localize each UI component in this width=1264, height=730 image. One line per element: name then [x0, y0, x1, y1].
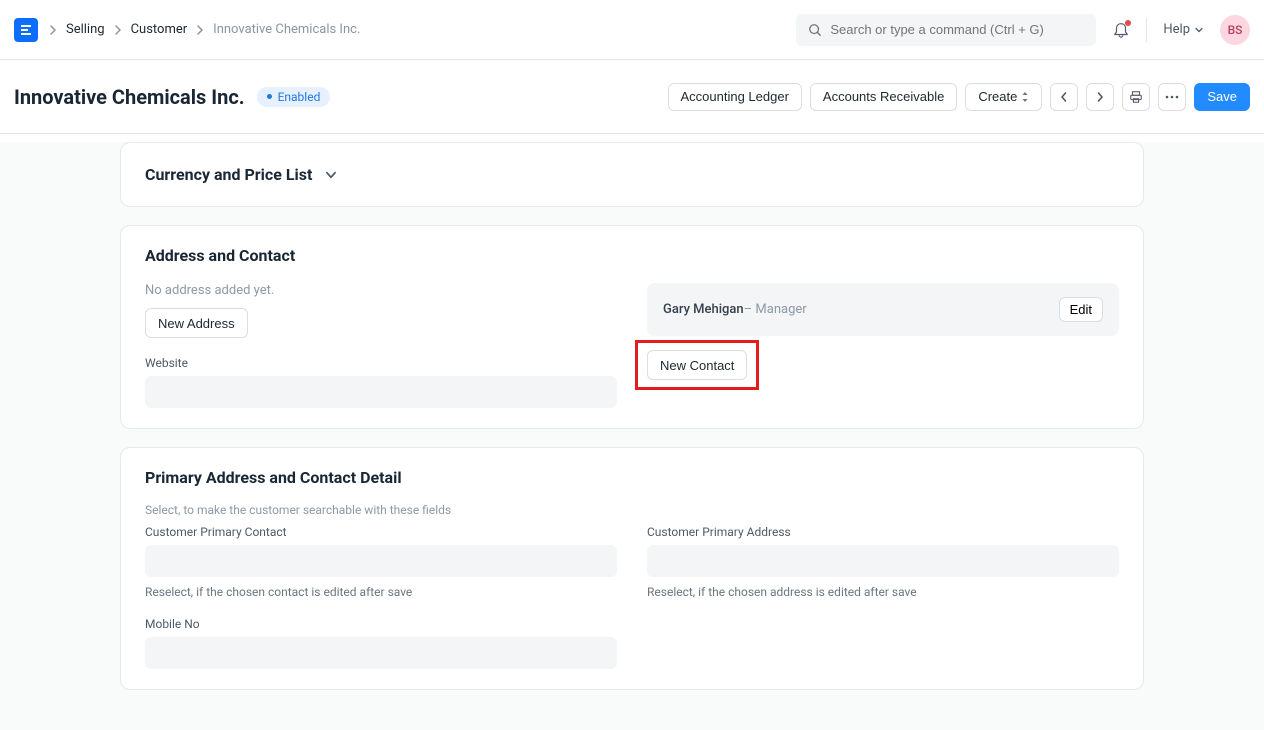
contact-column: Gary Mehigan– Manager Edit New Contact — [647, 283, 1119, 408]
primary-contact-column: Customer Primary Contact Reselect, if th… — [145, 525, 617, 669]
printer-icon — [1129, 90, 1143, 104]
navbar: Selling Customer Innovative Chemicals In… — [0, 0, 1264, 60]
primary-address-column: Customer Primary Address Reselect, if th… — [647, 525, 1119, 669]
website-input[interactable] — [145, 376, 617, 408]
accounts-receivable-button[interactable]: Accounts Receivable — [810, 83, 957, 111]
primary-section: Primary Address and Contact Detail Selec… — [120, 447, 1144, 690]
nav-left: Selling Customer Innovative Chemicals In… — [14, 18, 360, 42]
sort-icon — [1021, 92, 1029, 102]
contact-info: Gary Mehigan– Manager — [663, 302, 807, 317]
edit-contact-button[interactable]: Edit — [1059, 297, 1103, 322]
contact-card: Gary Mehigan– Manager Edit — [647, 283, 1119, 336]
help-label: Help — [1163, 22, 1190, 37]
breadcrumb-current: Innovative Chemicals Inc. — [213, 22, 360, 37]
more-icon — [1165, 95, 1179, 99]
notification-dot-icon — [1125, 20, 1131, 26]
breadcrumb-customer[interactable]: Customer — [131, 22, 188, 37]
chevron-right-icon — [113, 25, 123, 35]
address-contact-columns: No address added yet. New Address Websit… — [145, 283, 1119, 408]
breadcrumb: Selling Customer Innovative Chemicals In… — [48, 22, 360, 37]
print-button[interactable] — [1122, 83, 1150, 111]
contact-name: Gary Mehigan — [663, 302, 744, 317]
accounting-ledger-button[interactable]: Accounting Ledger — [668, 83, 802, 111]
mobile-field-group: Mobile No — [145, 617, 617, 669]
user-avatar[interactable]: BS — [1220, 15, 1250, 45]
create-button[interactable]: Create — [965, 83, 1042, 111]
primary-contact-label: Customer Primary Contact — [145, 525, 617, 539]
new-contact-button[interactable]: New Contact — [647, 350, 747, 380]
mobile-input[interactable] — [145, 637, 617, 669]
primary-section-title: Primary Address and Contact Detail — [145, 468, 1119, 487]
chevron-right-icon — [48, 25, 58, 35]
chevron-down-icon — [1194, 25, 1204, 35]
address-contact-title: Address and Contact — [145, 246, 1119, 265]
address-contact-section: Address and Contact No address added yet… — [120, 225, 1144, 429]
primary-address-helper: Reselect, if the chosen address is edite… — [647, 585, 1119, 599]
page-title: Innovative Chemicals Inc. — [14, 85, 245, 109]
notifications-button[interactable] — [1112, 21, 1130, 39]
prev-button[interactable] — [1050, 83, 1078, 111]
nav-right: Help BS — [796, 14, 1250, 46]
page-header: Innovative Chemicals Inc. Enabled Accoun… — [0, 60, 1264, 134]
status-label: Enabled — [278, 90, 321, 104]
chevron-left-icon — [1059, 91, 1069, 103]
content-area: Currency and Price List Address and Cont… — [0, 142, 1264, 730]
page-header-right: Accounting Ledger Accounts Receivable Cr… — [668, 83, 1251, 111]
separator — [1146, 18, 1147, 42]
help-menu[interactable]: Help — [1163, 22, 1204, 37]
primary-columns: Customer Primary Contact Reselect, if th… — [145, 525, 1119, 669]
address-column: No address added yet. New Address Websit… — [145, 283, 617, 408]
new-address-button[interactable]: New Address — [145, 308, 248, 338]
website-label: Website — [145, 356, 617, 370]
next-button[interactable] — [1086, 83, 1114, 111]
primary-contact-input[interactable] — [145, 545, 617, 577]
new-contact-highlight: New Contact — [647, 350, 747, 380]
save-button[interactable]: Save — [1194, 83, 1250, 111]
chevron-right-icon — [195, 25, 205, 35]
breadcrumb-selling[interactable]: Selling — [66, 22, 105, 37]
no-address-text: No address added yet. — [145, 283, 617, 298]
more-button[interactable] — [1158, 83, 1186, 111]
status-dot-icon — [267, 94, 272, 99]
currency-section: Currency and Price List — [120, 142, 1144, 207]
app-logo[interactable] — [14, 18, 38, 42]
page-header-left: Innovative Chemicals Inc. Enabled — [14, 85, 330, 109]
currency-section-toggle[interactable]: Currency and Price List — [145, 165, 1119, 184]
contact-role: – Manager — [744, 302, 807, 317]
search-box[interactable] — [796, 14, 1096, 46]
create-label: Create — [978, 89, 1017, 104]
currency-section-title: Currency and Price List — [145, 165, 312, 184]
mobile-label: Mobile No — [145, 617, 617, 631]
chevron-right-icon — [1095, 91, 1105, 103]
website-field-group: Website — [145, 356, 617, 408]
primary-address-input[interactable] — [647, 545, 1119, 577]
primary-section-desc: Select, to make the customer searchable … — [145, 503, 1119, 517]
primary-contact-helper: Reselect, if the chosen contact is edite… — [145, 585, 617, 599]
status-badge[interactable]: Enabled — [257, 87, 331, 107]
search-icon — [808, 23, 822, 37]
search-input[interactable] — [830, 22, 1084, 37]
primary-address-label: Customer Primary Address — [647, 525, 1119, 539]
chevron-down-icon — [324, 168, 338, 182]
